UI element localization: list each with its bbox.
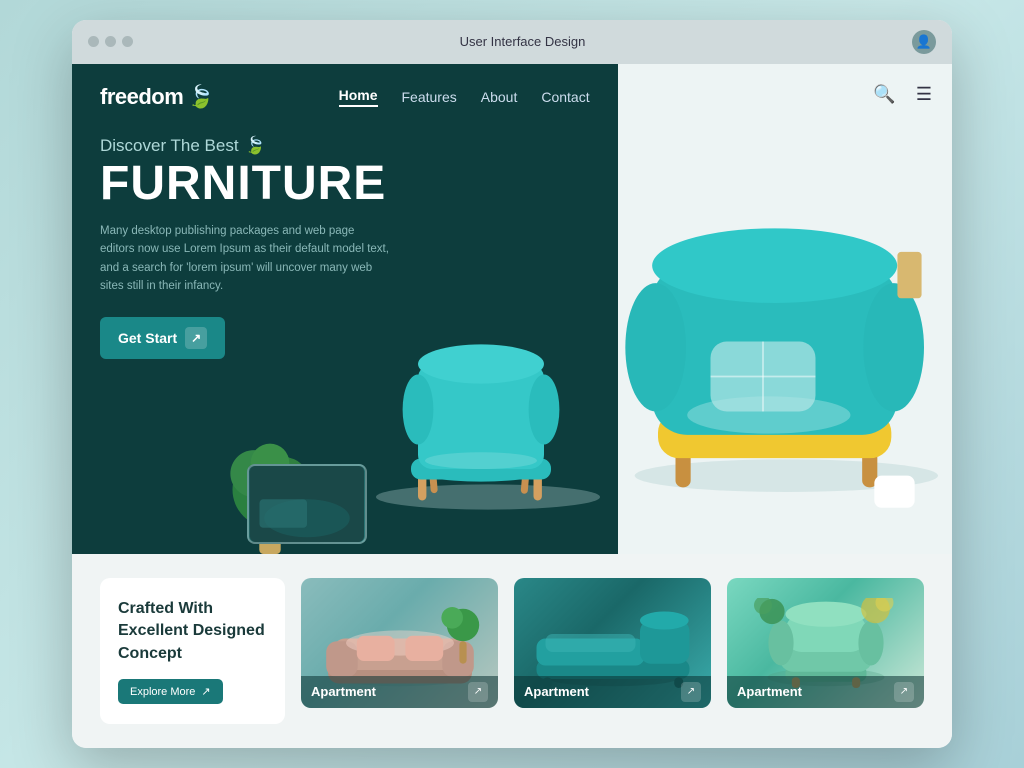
- dot-maximize[interactable]: [122, 36, 133, 47]
- hero-description: Many desktop publishing packages and web…: [100, 222, 390, 296]
- apartment-card-3[interactable]: Apartment ↗: [727, 578, 924, 708]
- right-plant-image: [877, 144, 942, 304]
- bottom-section: Crafted With Excellent Designed Concept …: [72, 554, 952, 748]
- hero-section: freedom 🍃 Home Features About Contact Di…: [72, 64, 952, 554]
- explore-more-button[interactable]: Explore More ↗: [118, 679, 223, 704]
- hero-text-block: Discover The Best 🍃 FURNITURE Many deskt…: [100, 136, 421, 360]
- apt-label-1: Apartment: [311, 684, 376, 699]
- hero-right-panel: 🔍 ☰: [618, 64, 952, 554]
- logo: freedom 🍃: [100, 84, 214, 110]
- cta-arrow-icon: ↗: [185, 327, 207, 349]
- discover-text: Discover The Best 🍃: [100, 136, 421, 156]
- hero-right-visual: [618, 114, 952, 554]
- browser-title: User Interface Design: [460, 34, 586, 49]
- browser-window: User Interface Design 👤 freedom 🍃 Home F…: [72, 20, 952, 748]
- navbar-right-actions: 🔍 ☰: [825, 64, 952, 119]
- apt-arrow-3[interactable]: ↗: [894, 682, 914, 702]
- search-icon: 🔍: [873, 84, 895, 104]
- crafted-card: Crafted With Excellent Designed Concept …: [100, 578, 285, 724]
- chaise-image: [518, 598, 708, 688]
- dot-close[interactable]: [88, 36, 99, 47]
- video-thumbnail[interactable]: ▶: [247, 464, 367, 544]
- page-content: freedom 🍃 Home Features About Contact Di…: [72, 64, 952, 748]
- video-bg: [249, 466, 365, 542]
- get-start-button[interactable]: Get Start ↗: [100, 317, 225, 359]
- apt-label-bar-3: Apartment ↗: [727, 676, 924, 708]
- logo-leaf-icon: 🍃: [187, 84, 214, 110]
- window-controls: [88, 36, 133, 47]
- apartment-card-2[interactable]: Apartment ↗: [514, 578, 711, 708]
- apartment-card-1[interactable]: Apartment ↗: [301, 578, 498, 708]
- sofa-image: [305, 598, 495, 688]
- dot-minimize[interactable]: [105, 36, 116, 47]
- search-button[interactable]: 🔍: [873, 84, 895, 105]
- nav-home[interactable]: Home: [339, 87, 378, 107]
- headline-text: FURNITURE: [100, 160, 421, 208]
- user-avatar-icon[interactable]: 👤: [912, 30, 936, 54]
- explore-arrow-icon: ↗: [201, 685, 210, 698]
- hero-left-panel: freedom 🍃 Home Features About Contact Di…: [72, 64, 618, 554]
- plant-pot-right: [867, 474, 922, 514]
- leaf-icon: 🍃: [245, 136, 266, 156]
- browser-titlebar: User Interface Design 👤: [72, 20, 952, 64]
- menu-button[interactable]: ☰: [916, 84, 932, 105]
- nav-contact[interactable]: Contact: [541, 89, 589, 105]
- crafted-title: Crafted With Excellent Designed Concept: [118, 598, 267, 665]
- nav-links: Home Features About Contact: [339, 87, 590, 107]
- apt-label-2: Apartment: [524, 684, 589, 699]
- nav-features[interactable]: Features: [402, 89, 457, 105]
- apt-label-bar-2: Apartment ↗: [514, 676, 711, 708]
- hamburger-icon: ☰: [916, 84, 932, 104]
- apt-arrow-1[interactable]: ↗: [468, 682, 488, 702]
- nav-about[interactable]: About: [481, 89, 518, 105]
- apt-arrow-2[interactable]: ↗: [681, 682, 701, 702]
- navbar: freedom 🍃 Home Features About Contact: [72, 64, 618, 124]
- apt-label-3: Apartment: [737, 684, 802, 699]
- armchair-image: [731, 598, 921, 688]
- apt-label-bar-1: Apartment ↗: [301, 676, 498, 708]
